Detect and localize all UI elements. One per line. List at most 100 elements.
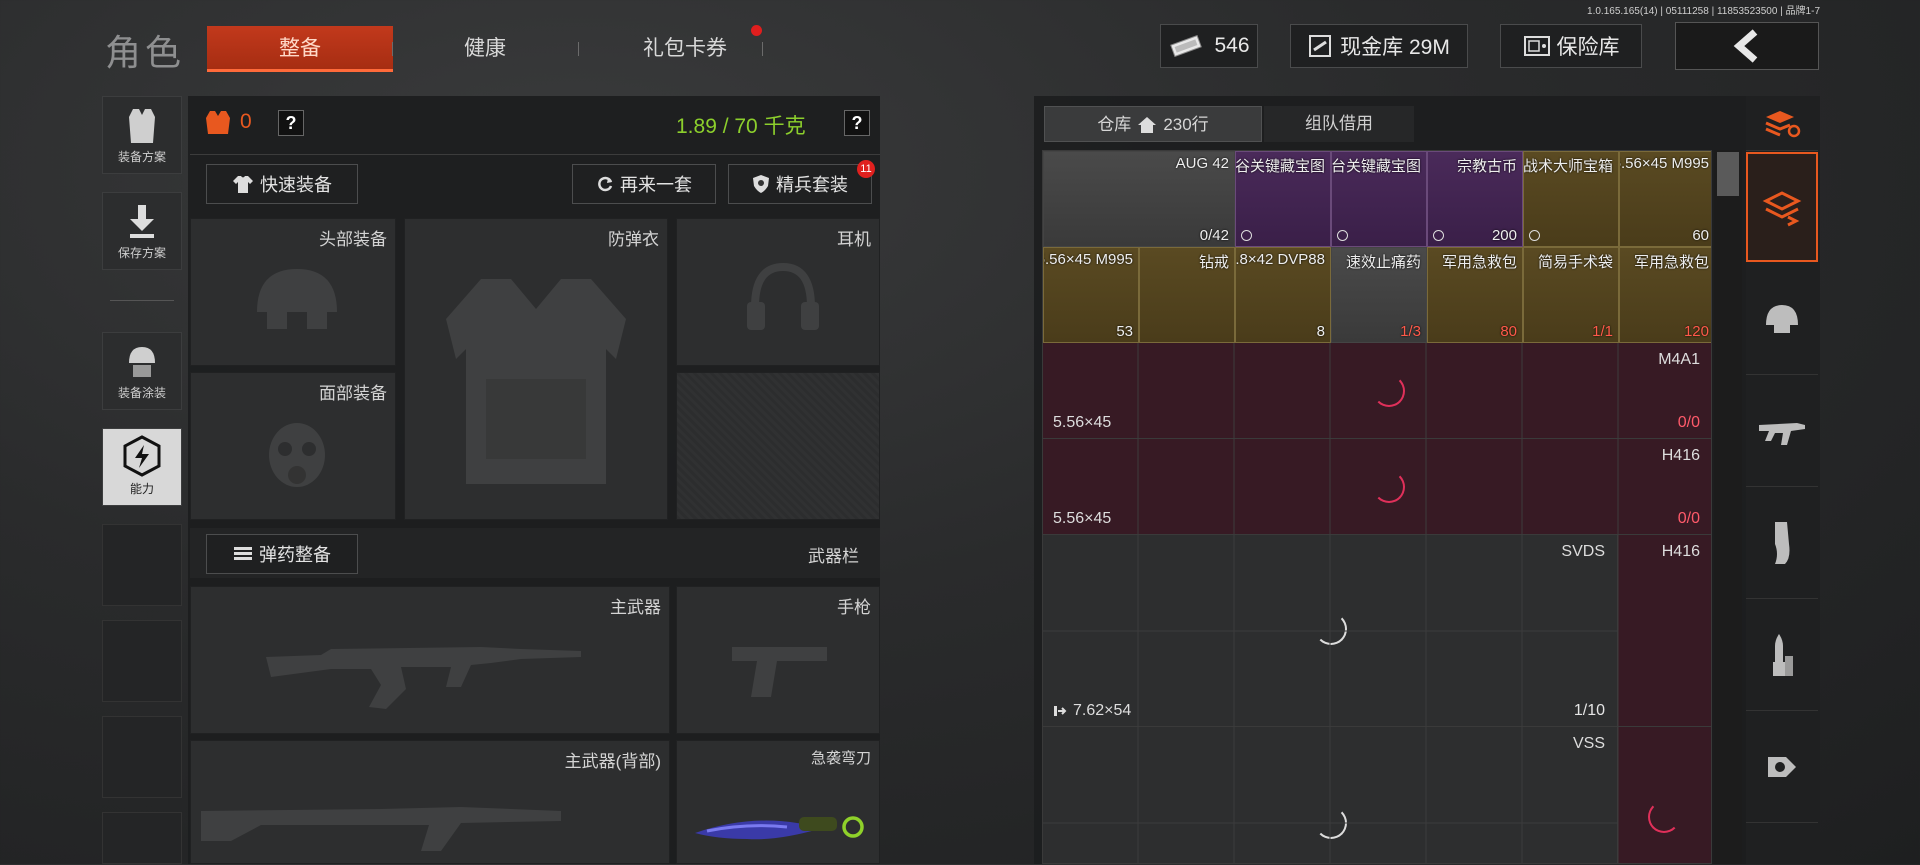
warehouse-item[interactable]: 5.8×42 DVP88 8 (1235, 247, 1331, 343)
weapon-caliber: 5.56×45 (1053, 414, 1112, 431)
category-helmet[interactable] (1746, 264, 1818, 375)
loading-spinner (1315, 613, 1347, 645)
warehouse-item[interactable]: 简易手术袋 1/1 (1523, 247, 1619, 343)
face-gear-label: 面部装备 (319, 384, 387, 403)
warehouse-item[interactable]: 军用急救包 80 (1427, 247, 1523, 343)
primary-weapon-back-slot[interactable]: 主武器(背部) (190, 740, 670, 864)
weapon-slot-h416-side[interactable]: H416 (1618, 535, 1711, 727)
divider (190, 154, 880, 155)
headset-slot[interactable]: 耳机 (676, 218, 880, 366)
loading-spinner (1315, 807, 1347, 839)
primary-weapon-slot[interactable]: 主武器 (190, 586, 670, 734)
item-name: 战术大师宝箱 (1523, 158, 1613, 175)
weapon-slot-svds[interactable]: SVDS 7.62×54 1/10 (1043, 535, 1618, 727)
warehouse-tab-label: 仓库 (1097, 115, 1132, 134)
equipment-paint-button[interactable]: 装备涂装 (102, 332, 182, 410)
warehouse-item[interactable]: 军用急救包 120 (1619, 247, 1711, 343)
help-icon[interactable]: ? (278, 110, 304, 136)
warehouse-item[interactable]: 宗教古币 200 (1427, 151, 1523, 247)
item-count: 1/1 (1592, 323, 1613, 340)
rifle-icon (266, 647, 581, 709)
weapon-slot-side[interactable] (1618, 727, 1711, 863)
pistol-slot[interactable]: 手枪 (676, 586, 880, 734)
safe-button[interactable]: 保险库 (1500, 24, 1642, 68)
knife-slot[interactable]: 急袭弯刀 (676, 740, 880, 864)
page-title: 角色 (105, 32, 186, 73)
tab-equip[interactable]: 整备 (207, 26, 393, 72)
weapon-caliber: 7.62×54 (1073, 702, 1132, 719)
empty-slot (102, 620, 182, 702)
primary-weapon-back-label: 主武器(背部) (564, 752, 661, 771)
loadout-plan-label: 装备方案 (117, 150, 166, 164)
shirt-icon (233, 176, 253, 193)
ability-button[interactable]: 能力 (102, 428, 182, 506)
category-ammo[interactable] (1746, 600, 1818, 711)
item-name: 简易手术袋 (1537, 254, 1613, 271)
weapon-caliber: 5.56×45 (1053, 510, 1112, 527)
category-scope[interactable] (1746, 712, 1818, 823)
warehouse-rows: 230行 (1163, 115, 1209, 134)
item-name: 山谷关键藏宝图 (1235, 158, 1325, 175)
weapon-slot-m4a1[interactable]: M4A1 5.56×45 0/0 (1043, 343, 1711, 439)
armor-vest-icon (446, 279, 626, 484)
weapon-ammo-count: 0/0 (1677, 414, 1700, 431)
elite-badge: 11 (857, 160, 875, 178)
body-armor-slot[interactable]: 防弹衣 (404, 218, 668, 520)
item-count: 120 (1683, 323, 1709, 340)
cash-vault-button[interactable]: 现金库 29M (1290, 24, 1468, 68)
warehouse-item[interactable]: 钻戒 (1139, 247, 1235, 343)
loading-spinner (1648, 801, 1680, 833)
elite-kit-button[interactable]: 精兵套装 (728, 164, 872, 204)
empty-slot (102, 812, 182, 864)
item-name: AUG 42 (1175, 155, 1229, 172)
warehouse-item[interactable]: 5.56×45 M995 53 (1043, 247, 1139, 343)
quick-equip-label: 快速装备 (260, 175, 332, 195)
cash-vault-label: 现金库 29M (1340, 36, 1450, 59)
scope-icon (1768, 757, 1796, 777)
empty-slot (102, 524, 182, 606)
warehouse-item[interactable]: AUG 42 0/42 (1043, 151, 1235, 247)
tab-team-borrow[interactable]: 组队借用 (1264, 106, 1414, 142)
item-name: 军用急救包 (1441, 254, 1517, 271)
loading-spinner (1373, 471, 1405, 503)
warehouse-item[interactable]: 电视台关键藏宝图 (1331, 151, 1427, 247)
weapon-name: H416 (1661, 447, 1700, 464)
weapon-slot-vss[interactable]: VSS (1043, 727, 1618, 863)
tab-warehouse[interactable]: 仓库 230行 (1044, 106, 1262, 142)
quick-equip-button[interactable]: 快速装备 (206, 164, 358, 204)
category-all[interactable] (1746, 152, 1818, 262)
loading-spinner (1373, 375, 1405, 407)
scrollbar-thumb[interactable] (1717, 152, 1739, 196)
item-name: 5.56×45 M995 (1043, 251, 1133, 268)
weapon-ammo-count: 0/0 (1677, 510, 1700, 527)
equip-again-button[interactable]: 再来一套 (572, 164, 716, 204)
face-gear-slot[interactable]: 面部装备 (190, 372, 396, 520)
back-button[interactable] (1675, 22, 1819, 70)
timer-icon (1241, 230, 1252, 241)
money-display[interactable]: 546 (1160, 24, 1258, 68)
ammo-prep-button[interactable]: 弹药整备 (206, 534, 358, 574)
warehouse-item[interactable]: 山谷关键藏宝图 (1235, 151, 1331, 247)
weapon-ammo-count: 1/10 (1573, 702, 1605, 719)
stack-refresh-button[interactable] (1746, 96, 1818, 151)
scrollbar-track[interactable] (1714, 150, 1742, 864)
head-gear-slot[interactable]: 头部装备 (190, 218, 396, 366)
weapon-bar-label: 武器栏 (808, 547, 859, 566)
category-rifle[interactable] (1746, 376, 1818, 487)
warehouse-item[interactable]: 战术大师宝箱 (1523, 151, 1619, 247)
shield-icon (753, 175, 769, 193)
warehouse-item[interactable]: 5.56×45 M995 60 (1619, 151, 1711, 247)
tab-health[interactable]: 健康 (400, 26, 570, 72)
save-plan-button[interactable]: 保存方案 (102, 192, 182, 270)
category-magazine[interactable] (1746, 488, 1818, 599)
sort-layers-icon (1762, 191, 1802, 227)
energy-icon (123, 435, 161, 477)
loadout-plan-button[interactable]: 装备方案 (102, 96, 182, 174)
item-count: 8 (1316, 323, 1325, 340)
weapon-slot-h416[interactable]: H416 5.56×45 0/0 (1043, 439, 1711, 535)
armor-count: 0 (240, 110, 252, 133)
sidebar-divider (110, 300, 174, 301)
item-name: 5.8×42 DVP88 (1235, 251, 1325, 268)
warehouse-item[interactable]: 速效止痛药 1/3 (1331, 247, 1427, 343)
weight-help-icon[interactable]: ? (844, 110, 870, 136)
